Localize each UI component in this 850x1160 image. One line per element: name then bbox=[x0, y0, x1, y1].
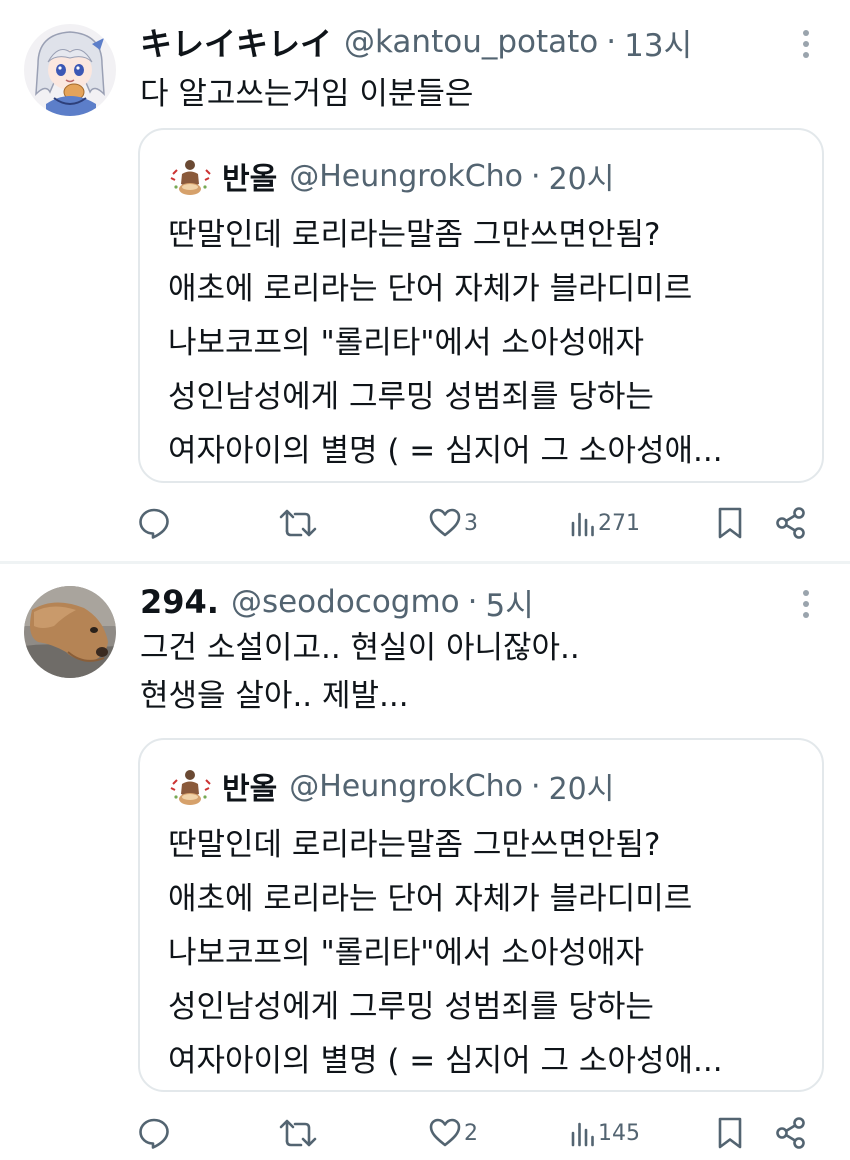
reply-icon bbox=[139, 508, 169, 539]
quoted-display-name[interactable]: 반올 bbox=[222, 154, 277, 198]
quoted-tweet[interactable]: 반올 @HeungrokCho · 20시 딴말인데 로리라는말좀 그만쓰면안됨… bbox=[138, 738, 824, 1092]
quoted-timestamp[interactable]: 20시 bbox=[549, 764, 615, 808]
quoted-tweet-text: 딴말인데 로리라는말좀 그만쓰면안됨? 애초에 로리라는 단어 자체가 블라디미… bbox=[168, 827, 723, 1079]
like-button[interactable]: 2 bbox=[428, 1108, 478, 1158]
user-avatar[interactable] bbox=[24, 24, 116, 116]
action-bar: 2 145 bbox=[0, 1108, 850, 1158]
retweet-button[interactable] bbox=[279, 498, 317, 548]
bookmark-icon bbox=[718, 507, 742, 539]
reply-button[interactable] bbox=[137, 1108, 171, 1158]
tweet[interactable]: 294. @seodocogmo · 5시 그건 소설이고.. 현실이 아니잖아… bbox=[0, 564, 850, 1160]
views-button[interactable]: 145 bbox=[570, 1108, 640, 1158]
share-icon bbox=[776, 507, 805, 539]
views-icon bbox=[571, 512, 594, 537]
user-handle[interactable]: @kantou_potato bbox=[344, 24, 598, 60]
timestamp[interactable]: 13시 bbox=[624, 20, 692, 64]
quoted-tweet[interactable]: 반올 @HeungrokCho · 20시 딴말인데 로리라는말좀 그만쓰면안됨… bbox=[138, 128, 824, 483]
anime-character-avatar-icon bbox=[24, 24, 116, 116]
quoted-tweet-text: 딴말인데 로리라는말좀 그만쓰면안됨? 애초에 로리라는 단어 자체가 블라디미… bbox=[168, 217, 723, 469]
share-icon bbox=[776, 1117, 805, 1149]
retweet-icon bbox=[279, 509, 317, 537]
more-options-icon[interactable] bbox=[792, 586, 820, 622]
display-name[interactable]: キレイキレイ bbox=[140, 20, 332, 64]
views-count: 145 bbox=[598, 1120, 640, 1146]
heart-icon bbox=[429, 508, 461, 537]
user-handle[interactable]: @seodocogmo bbox=[231, 584, 460, 620]
retweet-button[interactable] bbox=[279, 1108, 317, 1158]
action-bar: 3 271 bbox=[0, 498, 850, 548]
quoted-display-name[interactable]: 반올 bbox=[222, 764, 277, 808]
user-avatar[interactable] bbox=[24, 586, 116, 678]
retweet-icon bbox=[279, 1119, 317, 1147]
quoted-user-handle[interactable]: @HeungrokCho bbox=[289, 769, 523, 804]
share-button[interactable] bbox=[774, 498, 808, 548]
display-name[interactable]: 294. bbox=[140, 583, 219, 621]
heart-icon bbox=[429, 1118, 461, 1147]
like-button[interactable]: 3 bbox=[428, 498, 478, 548]
share-button[interactable] bbox=[774, 1108, 808, 1158]
separator-dot: · bbox=[606, 24, 617, 60]
tweet[interactable]: キレイキレイ @kantou_potato · 13시 다 알고쓰는거임 이분들… bbox=[0, 0, 850, 562]
tweet-header: 294. @seodocogmo · 5시 bbox=[140, 580, 760, 624]
quoted-user-handle[interactable]: @HeungrokCho bbox=[289, 159, 523, 194]
tweet-text: 그건 소설이고.. 현실이 아니잖아.. 현생을 살아.. 제발... bbox=[140, 630, 580, 714]
figure-avatar-icon bbox=[168, 154, 212, 198]
views-icon bbox=[571, 1122, 594, 1147]
reply-button[interactable] bbox=[137, 498, 171, 548]
reply-icon bbox=[139, 1118, 169, 1149]
more-options-icon[interactable] bbox=[792, 26, 820, 62]
separator-dot: · bbox=[531, 158, 541, 194]
separator-dot: · bbox=[531, 768, 541, 804]
bookmark-button[interactable] bbox=[716, 1108, 744, 1158]
tweet-header: キレイキレイ @kantou_potato · 13시 bbox=[140, 20, 760, 64]
tweet-text: 다 알고쓰는거임 이분들은 bbox=[140, 76, 474, 112]
quoted-tweet-header: 반올 @HeungrokCho · 20시 bbox=[168, 764, 614, 808]
quoted-timestamp[interactable]: 20시 bbox=[549, 154, 615, 198]
timestamp[interactable]: 5시 bbox=[486, 580, 534, 624]
like-count: 3 bbox=[464, 510, 478, 536]
quoted-tweet-header: 반올 @HeungrokCho · 20시 bbox=[168, 154, 614, 198]
figure-avatar-icon bbox=[168, 764, 212, 808]
separator-dot: · bbox=[467, 584, 478, 620]
bookmark-icon bbox=[718, 1117, 742, 1149]
views-count: 271 bbox=[598, 510, 640, 536]
like-count: 2 bbox=[464, 1120, 478, 1146]
deer-photo-avatar-icon bbox=[24, 586, 116, 678]
views-button[interactable]: 271 bbox=[570, 498, 640, 548]
bookmark-button[interactable] bbox=[716, 498, 744, 548]
